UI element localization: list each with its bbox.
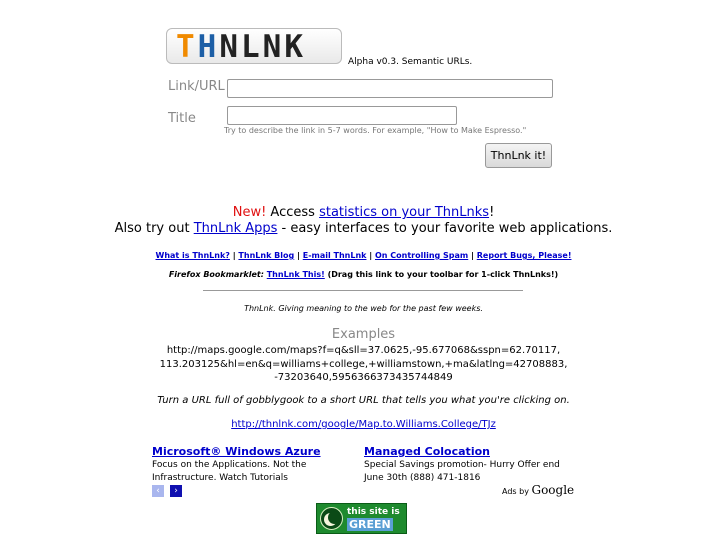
turn-caption: Turn a URL full of gobblygook to a short…	[157, 395, 570, 406]
also-text: Also try out	[114, 221, 194, 236]
logo: THNLNK	[166, 28, 342, 64]
ad-text-colocation: Special Savings promotion- Hurry Offer e…	[364, 459, 560, 484]
bookmarklet-label: Firefox Bookmarklet:	[168, 270, 264, 279]
green-badge-line2: GREEN	[347, 518, 393, 531]
ads-prev-button[interactable]: ‹	[152, 485, 164, 497]
chevron-left-icon: ‹	[156, 486, 160, 496]
stats-link[interactable]: statistics on your ThnLnks	[319, 205, 489, 220]
thnlnk-submit-button[interactable]: ThnLnk it!	[485, 143, 552, 168]
apps-announcement: Also try out ThnLnk Apps - easy interfac…	[0, 221, 727, 236]
nav-email[interactable]: E-mail ThnLnk	[303, 251, 367, 260]
nav-what-is[interactable]: What is ThnLnk?	[156, 251, 230, 260]
logo-text: THNLNK	[176, 30, 306, 64]
link-url-input[interactable]	[227, 79, 553, 98]
link-url-label: Link/URL	[168, 79, 225, 94]
divider	[203, 290, 523, 291]
google-logo-text: Google	[531, 483, 575, 497]
ads-next-button[interactable]: ›	[170, 485, 182, 497]
chevron-right-icon: ›	[174, 486, 178, 496]
logo-letter-t: T	[176, 29, 198, 65]
stats-announcement: New! Access statistics on your ThnLnks!	[0, 205, 727, 220]
nav-report-bugs[interactable]: Report Bugs, Please!	[477, 251, 572, 260]
nav-spam[interactable]: On Controlling Spam	[375, 251, 468, 260]
ad-line: Infrastructure. Watch Tutorials	[152, 472, 288, 483]
nav-links: What is ThnLnk? | ThnLnk Blog | E-mail T…	[0, 251, 727, 260]
access-text: Access	[266, 205, 320, 220]
ad-title-colocation[interactable]: Managed Colocation	[364, 445, 490, 458]
ad-line: Focus on the Applications. Not the	[152, 460, 307, 470]
apps-rest-text: - easy interfaces to your favorite web a…	[277, 221, 613, 236]
ad-text-azure: Focus on the Applications. Not the Infra…	[152, 459, 306, 484]
ad-line: Special Savings promotion- Hurry Offer e…	[364, 460, 560, 470]
tagline: Alpha v0.3. Semantic URLs.	[348, 57, 473, 67]
bookmarklet-row: Firefox Bookmarklet: ThnLnk This! (Drag …	[0, 270, 727, 279]
motto: ThnLnk. Giving meaning to the web for th…	[244, 304, 483, 313]
example-url-line: -73203640,5956366373435744849	[274, 372, 453, 383]
ad-title-azure[interactable]: Microsoft® Windows Azure	[152, 445, 321, 458]
title-label: Title	[168, 111, 196, 126]
bookmarklet-link[interactable]: ThnLnk This!	[267, 270, 325, 279]
logo-letters-rest: NLNK	[219, 29, 306, 65]
examples-heading: Examples	[331, 327, 396, 342]
title-input[interactable]	[227, 106, 457, 125]
example-long-url: http://maps.google.com/maps?f=q&sll=37.0…	[0, 344, 727, 385]
example-short-link[interactable]: http://thnlnk.com/google/Map.to.Williams…	[231, 419, 496, 430]
ads-by-text: Ads by	[502, 487, 529, 496]
short-url-row: http://thnlnk.com/google/Map.to.Williams…	[0, 419, 727, 430]
apps-link[interactable]: ThnLnk Apps	[194, 221, 278, 236]
bookmarklet-note: (Drag this link to your toolbar for 1-cl…	[324, 270, 559, 279]
ads-by-google[interactable]: Ads by Google	[502, 483, 574, 497]
example-url-line: http://maps.google.com/maps?f=q&sll=37.0…	[166, 345, 561, 356]
moon-icon	[320, 507, 343, 530]
title-hint: Try to describe the link in 5-7 words. F…	[224, 126, 527, 135]
green-badge-line1: this site is	[347, 507, 400, 517]
nav-sep: |	[468, 251, 477, 260]
bang-text: !	[489, 205, 495, 220]
logo-letter-h: H	[197, 29, 220, 65]
nav-blog[interactable]: ThnLnk Blog	[238, 251, 294, 260]
nav-sep: |	[294, 251, 303, 260]
nav-sep: |	[366, 251, 375, 260]
green-site-badge[interactable]: this site is GREEN	[316, 503, 407, 534]
new-badge: New!	[232, 205, 267, 220]
example-url-line: 113.203125&hl=en&q=williams+college,+wil…	[159, 358, 568, 370]
